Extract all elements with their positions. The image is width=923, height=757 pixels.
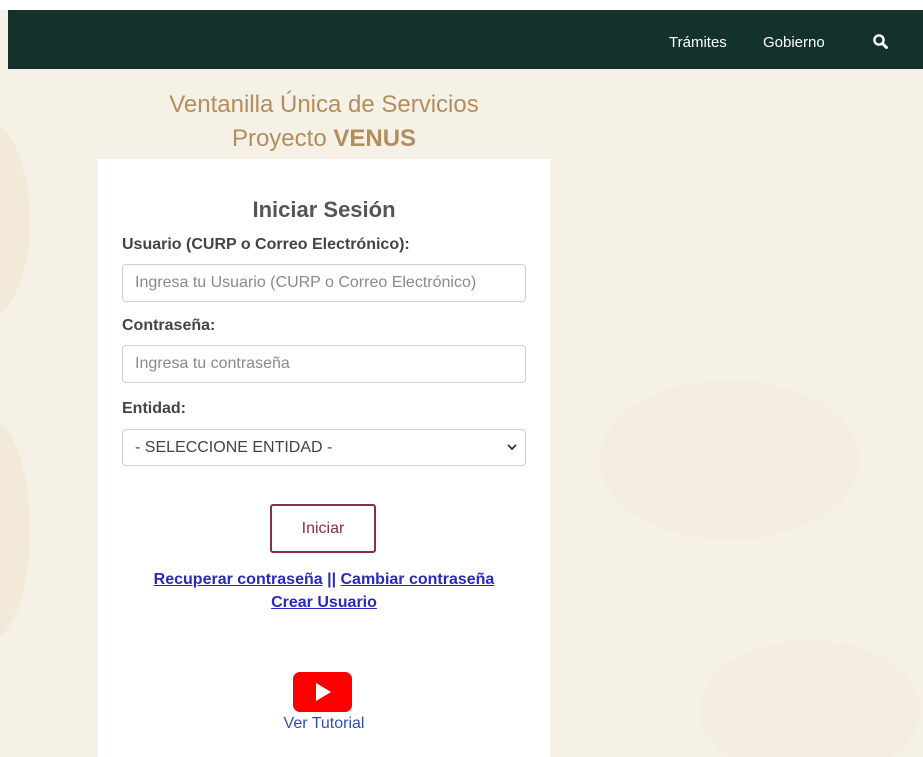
user-input[interactable] — [122, 264, 526, 302]
nav-tramites-link[interactable]: Trámites — [669, 34, 727, 51]
tutorial-link[interactable]: Ver Tutorial — [98, 715, 550, 733]
heading-title: Ventanilla Única de Servicios — [169, 91, 479, 118]
recover-password-link[interactable]: Recuperar contraseña — [154, 571, 323, 588]
entity-label: Entidad: — [122, 400, 186, 417]
account-links: Recuperar contraseña || Cambiar contrase… — [148, 568, 500, 614]
heading-subtitle: Proyecto VENUS — [98, 122, 550, 156]
chevron-down-icon — [507, 444, 517, 451]
password-label: Contraseña: — [122, 317, 216, 334]
login-button[interactable]: Iniciar — [270, 504, 376, 553]
top-strip — [0, 0, 923, 10]
search-icon[interactable] — [872, 33, 890, 51]
login-title: Iniciar Sesión — [252, 197, 396, 222]
nav-gobierno-link[interactable]: Gobierno — [763, 34, 825, 51]
change-password-link[interactable]: Cambiar contraseña — [340, 571, 494, 588]
top-navbar: Trámites Gobierno — [8, 10, 923, 69]
links-separator: || — [322, 571, 341, 588]
heading-subtitle-brand: VENUS — [333, 125, 417, 152]
user-label: Usuario (CURP o Correo Electrónico): — [122, 236, 410, 253]
entity-selected-value: - SELECCIONE ENTIDAD - — [135, 439, 333, 456]
page-heading: Ventanilla Única de Servicios Proyecto V… — [98, 88, 550, 156]
heading-subtitle-prefix: Proyecto — [231, 125, 334, 152]
youtube-play-icon[interactable] — [293, 672, 352, 712]
create-user-link[interactable]: Crear Usuario — [271, 594, 377, 611]
entity-select[interactable]: - SELECCIONE ENTIDAD - — [122, 429, 526, 466]
password-input[interactable] — [122, 345, 526, 383]
login-card: Iniciar Sesión Usuario (CURP o Correo El… — [98, 159, 550, 757]
